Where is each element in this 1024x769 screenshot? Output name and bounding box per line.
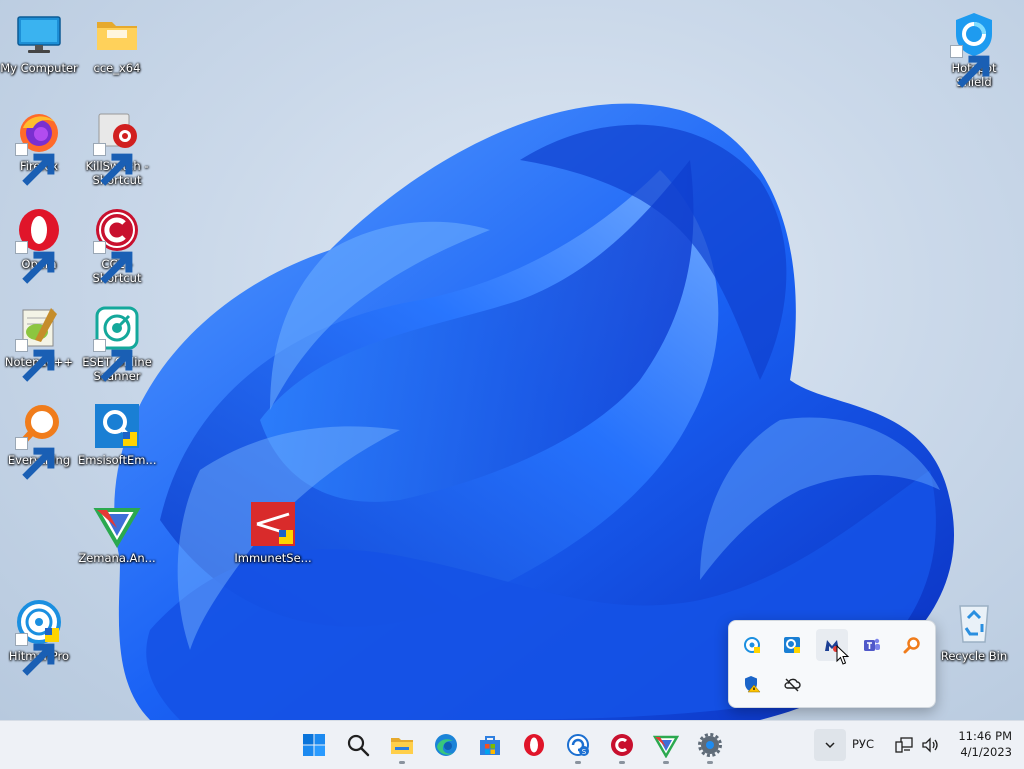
cce-tool-icon xyxy=(611,734,633,756)
shortcut-arrow-icon xyxy=(93,143,133,186)
cce-icon xyxy=(93,206,141,284)
chevron-down-icon xyxy=(825,742,835,749)
svg-text:S: S xyxy=(582,748,587,756)
desktop[interactable]: My Computer cce_x64 Hotspot Shield Firef… xyxy=(0,0,1024,720)
settings-icon xyxy=(698,733,722,757)
edge-button[interactable] xyxy=(426,725,466,765)
shortcut-arrow-icon xyxy=(93,241,133,284)
opera-button[interactable] xyxy=(514,725,554,765)
desktop-icon-hitmanpro[interactable]: HitmanPro xyxy=(0,594,78,686)
system-clock[interactable]: 11:46 PM 4/1/2023 xyxy=(948,728,1012,760)
cce-icon: S xyxy=(567,734,589,756)
folder-icon xyxy=(93,10,141,58)
immunet-icon xyxy=(249,500,297,548)
desktop-icon-cce-x64[interactable]: cce_x64 xyxy=(78,6,156,98)
settings-button[interactable] xyxy=(690,725,730,765)
hitmanpro-icon xyxy=(15,598,63,676)
running-indicator xyxy=(619,761,625,764)
desktop-icon-cce[interactable]: CCE - Shortcut xyxy=(78,202,156,294)
store-button[interactable] xyxy=(470,725,510,765)
emsisoft-tray-icon[interactable] xyxy=(776,629,808,661)
cce-scanner-button[interactable]: S xyxy=(558,725,598,765)
network-volume-group[interactable] xyxy=(894,733,946,757)
desktop-icon-label: cce_x64 xyxy=(93,61,141,75)
hotspot-shield-icon xyxy=(950,10,998,88)
start-button[interactable] xyxy=(294,725,334,765)
desktop-icon-label: ImmunetSe... xyxy=(234,551,312,565)
desktop-icon-killswitch[interactable]: KillSwitch - Shortcut xyxy=(78,104,156,196)
running-indicator xyxy=(707,761,713,764)
start-icon xyxy=(303,734,325,756)
zemana-icon xyxy=(93,500,141,548)
teams-tray-icon[interactable] xyxy=(856,629,888,661)
notepadpp-icon xyxy=(15,304,63,382)
zemana-icon xyxy=(653,735,679,758)
zemana-button[interactable] xyxy=(646,725,686,765)
search-icon xyxy=(347,734,370,757)
show-hidden-icons-button[interactable] xyxy=(814,729,846,761)
mouse-pointer-icon xyxy=(836,645,850,665)
desktop-icon-notepadpp[interactable]: Notepad++ xyxy=(0,300,78,392)
clock-time: 11:46 PM xyxy=(958,729,1012,743)
running-indicator xyxy=(663,761,669,764)
desktop-icon-opera[interactable]: Opera xyxy=(0,202,78,294)
shortcut-arrow-icon xyxy=(15,437,55,480)
desktop-icon-hotspot-shield[interactable]: Hotspot Shield xyxy=(935,6,1013,98)
desktop-icon-label: Recycle Bin xyxy=(940,649,1008,663)
everything-search-icon xyxy=(15,402,63,480)
store-icon xyxy=(480,736,500,755)
desktop-icon-my-computer[interactable]: My Computer xyxy=(0,6,78,98)
file-explorer-button[interactable] xyxy=(382,725,422,765)
cce-tool-button[interactable] xyxy=(602,725,642,765)
desktop-icon-label: Zemana.An... xyxy=(78,551,156,565)
desktop-icon-zemana[interactable]: Zemana.An... xyxy=(78,496,156,588)
opera-icon xyxy=(524,734,544,756)
running-indicator xyxy=(575,761,581,764)
onedrive-offline-icon[interactable] xyxy=(776,668,808,700)
taskbar: S РУС 11:46 PM 4/1/2023 xyxy=(0,720,1024,769)
search-button[interactable] xyxy=(338,725,378,765)
recycle-bin-icon xyxy=(950,598,998,646)
desktop-icon-label: My Computer xyxy=(0,61,78,75)
desktop-icon-emsisoft[interactable]: EmsisoftEm... xyxy=(78,398,156,490)
desktop-icon-everything[interactable]: Everything xyxy=(0,398,78,490)
security-warning-icon[interactable] xyxy=(736,668,768,700)
shortcut-arrow-icon xyxy=(15,143,55,186)
opera-icon xyxy=(15,206,63,284)
firefox-icon xyxy=(15,108,63,186)
desktop-icon-recycle-bin[interactable]: Recycle Bin xyxy=(935,594,1013,686)
desktop-icon-eset[interactable]: ESET Online Scanner xyxy=(78,300,156,392)
running-indicator xyxy=(399,761,405,764)
shortcut-arrow-icon xyxy=(93,339,133,382)
shortcut-arrow-icon xyxy=(15,633,55,676)
volume-icon xyxy=(922,737,938,753)
emsisoft-icon xyxy=(93,402,141,450)
desktop-icon-label: EmsisoftEm... xyxy=(78,453,157,467)
hitmanpro-tray-icon[interactable] xyxy=(736,629,768,661)
monitor-icon xyxy=(15,10,63,58)
eset-icon xyxy=(93,304,141,382)
file-explorer-icon xyxy=(391,738,413,754)
tray-overflow-popup xyxy=(728,620,936,708)
clock-date: 4/1/2023 xyxy=(960,745,1012,759)
desktop-icon-firefox[interactable]: Firefox xyxy=(0,104,78,196)
desktop-icon-immunet[interactable]: ImmunetSe... xyxy=(234,496,312,588)
shortcut-arrow-icon xyxy=(15,339,55,382)
killswitch-icon xyxy=(93,108,141,186)
shortcut-arrow-icon xyxy=(15,241,55,284)
input-language-indicator[interactable]: РУС xyxy=(852,737,874,751)
edge-icon xyxy=(435,734,457,756)
network-icon xyxy=(895,737,913,753)
shortcut-arrow-icon xyxy=(950,45,990,88)
everything-tray-icon[interactable] xyxy=(896,629,928,661)
